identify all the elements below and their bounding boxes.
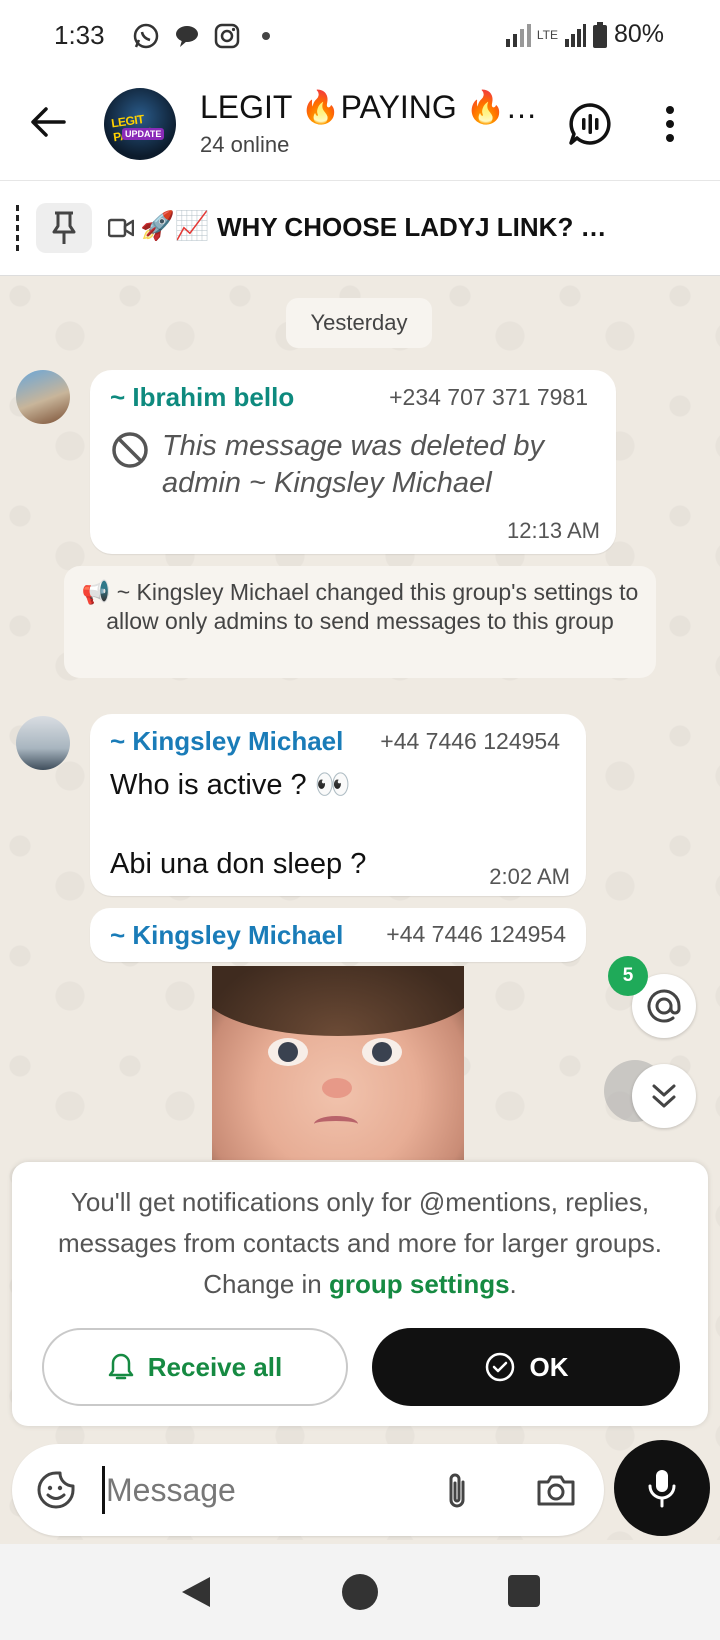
receive-all-button[interactable]: Receive all bbox=[42, 1328, 348, 1406]
paperclip-icon[interactable] bbox=[442, 1470, 472, 1512]
microphone-icon bbox=[648, 1470, 676, 1508]
system-nav-bar bbox=[0, 1544, 720, 1640]
whatsapp-icon bbox=[133, 23, 159, 49]
message-sender[interactable]: ~ Ibrahim bello bbox=[110, 382, 294, 413]
message-bubble[interactable]: ~ Ibrahim bello +234 707 371 7981 This m… bbox=[90, 370, 616, 554]
message-text-line-1: Who is active ? 👀 bbox=[110, 769, 351, 801]
nav-home-icon[interactable] bbox=[342, 1574, 378, 1610]
notice-text: You'll get notifications only for @menti… bbox=[42, 1182, 678, 1305]
more-options-icon[interactable] bbox=[664, 102, 676, 146]
message-composer bbox=[12, 1444, 604, 1536]
notice-text-end: . bbox=[509, 1269, 517, 1299]
group-title[interactable]: LEGIT 🔥PAYING 🔥… bbox=[200, 88, 538, 126]
signal-icon bbox=[505, 23, 531, 47]
chat-bubble-icon bbox=[176, 26, 198, 47]
status-right: LTE 80% bbox=[505, 20, 664, 49]
nav-back-icon[interactable] bbox=[178, 1574, 214, 1610]
network-type: LTE bbox=[536, 27, 558, 42]
photo-eye-right bbox=[362, 1038, 402, 1066]
message-phone: +44 7446 124954 bbox=[380, 728, 560, 754]
sender-avatar[interactable] bbox=[16, 716, 70, 770]
message-text-line-2: Abi una don sleep ? bbox=[110, 848, 367, 880]
pinned-indicator bbox=[16, 205, 19, 255]
text-caret bbox=[102, 1466, 105, 1514]
message-sender[interactable]: ~ Kingsley Michael bbox=[110, 920, 343, 951]
system-message: 📢 ~ Kingsley Michael changed this group'… bbox=[64, 566, 656, 678]
online-count: 24 online bbox=[200, 132, 290, 157]
group-avatar[interactable]: LEGIT PAYING UPDATE bbox=[104, 88, 176, 160]
status-more-dot bbox=[262, 32, 270, 40]
pinned-message-bar[interactable]: 🚀📈 WHY CHOOSE LADYJ LINK? … bbox=[0, 180, 720, 276]
avatar-text-sub: UPDATE bbox=[122, 128, 165, 140]
message-input[interactable] bbox=[106, 1464, 406, 1516]
photo-eye-left bbox=[268, 1038, 308, 1066]
instagram-icon bbox=[214, 23, 240, 49]
check-circle-icon bbox=[485, 1352, 514, 1382]
at-icon bbox=[647, 989, 681, 1023]
camera-icon[interactable] bbox=[536, 1472, 576, 1508]
double-chevron-down-icon bbox=[652, 1084, 676, 1108]
message-sender[interactable]: ~ Kingsley Michael bbox=[110, 726, 343, 757]
image-message-header[interactable]: ~ Kingsley Michael +44 7446 124954 bbox=[90, 908, 586, 962]
signal-icon-2 bbox=[564, 23, 586, 47]
group-settings-link[interactable]: group settings bbox=[329, 1269, 510, 1299]
ok-button[interactable]: OK bbox=[372, 1328, 680, 1406]
video-icon bbox=[108, 218, 134, 238]
date-chip: Yesterday bbox=[286, 298, 432, 348]
sender-avatar[interactable] bbox=[16, 370, 70, 424]
message-phone: +234 707 371 7981 bbox=[389, 384, 588, 410]
battery-icon bbox=[592, 21, 607, 48]
message-bubble[interactable]: ~ Kingsley Michael +44 7446 124954 Who i… bbox=[90, 714, 586, 896]
deleted-message-text: This message was deleted by admin ~ King… bbox=[162, 430, 545, 499]
status-notification-icons bbox=[118, 22, 270, 50]
voice-message-button[interactable] bbox=[614, 1440, 710, 1536]
message-phone: +44 7446 124954 bbox=[386, 921, 566, 947]
nav-recents-icon[interactable] bbox=[508, 1575, 540, 1607]
photo-nose bbox=[322, 1078, 352, 1098]
sticker-icon[interactable] bbox=[36, 1470, 76, 1510]
chat-header: LEGIT PAYING UPDATE LEGIT 🔥PAYING 🔥… 24 … bbox=[0, 72, 720, 180]
status-time: 1:33 bbox=[54, 20, 105, 50]
pin-icon bbox=[52, 211, 76, 244]
photo-hair bbox=[212, 966, 464, 1036]
message-time: 2:02 AM bbox=[489, 864, 570, 889]
back-arrow-icon[interactable] bbox=[28, 102, 68, 142]
mentions-count-badge: 5 bbox=[608, 956, 648, 996]
crying-baby-photo[interactable] bbox=[212, 966, 464, 1160]
deleted-icon bbox=[112, 432, 148, 468]
photo-mouth bbox=[314, 1116, 358, 1132]
ok-label: OK bbox=[529, 1351, 569, 1382]
scroll-to-bottom-button[interactable] bbox=[632, 1064, 696, 1128]
receive-all-label: Receive all bbox=[147, 1351, 283, 1382]
pin-button[interactable] bbox=[36, 203, 92, 253]
bell-icon bbox=[108, 1353, 134, 1380]
battery-percent: 80% bbox=[613, 20, 664, 48]
status-bar: 1:33 LTE 80% bbox=[0, 0, 720, 72]
pinned-emoji: 🚀📈 bbox=[140, 210, 210, 241]
message-time: 12:13 AM bbox=[507, 518, 600, 543]
notification-notice: You'll get notifications only for @menti… bbox=[12, 1162, 708, 1426]
voice-chat-icon[interactable] bbox=[568, 102, 612, 146]
pinned-text: WHY CHOOSE LADYJ LINK? … bbox=[217, 212, 607, 242]
